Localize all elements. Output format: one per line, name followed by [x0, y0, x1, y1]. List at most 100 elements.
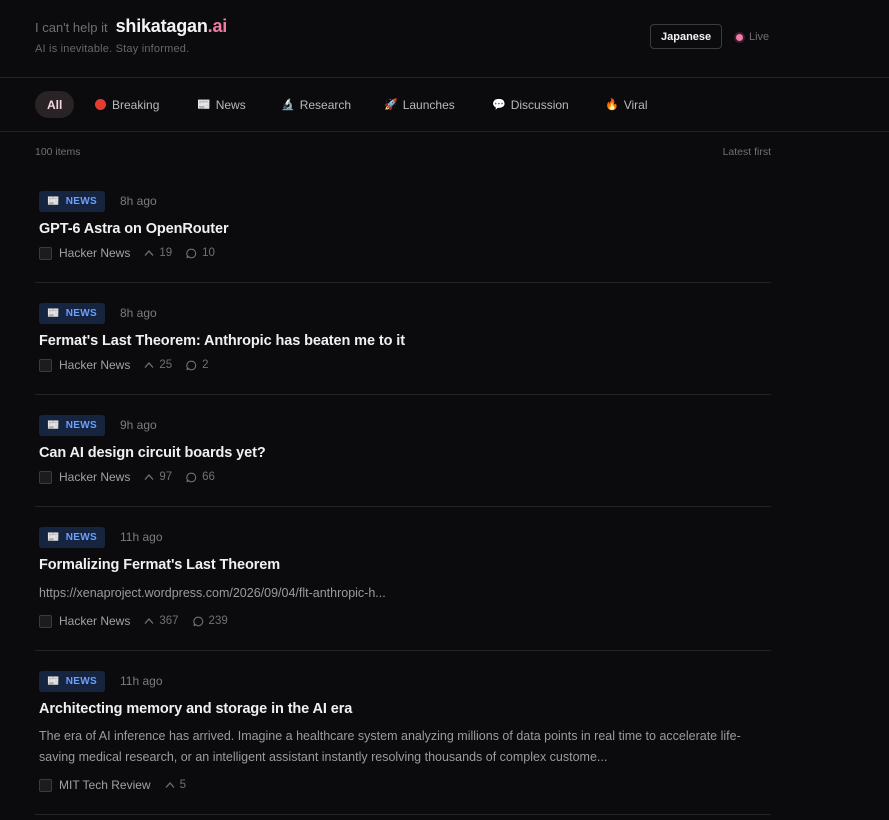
- upvote-count: 367: [144, 615, 179, 627]
- item-title[interactable]: GPT-6 Astra on OpenRouter: [39, 221, 229, 237]
- item-meta: Hacker News 367 239: [39, 614, 228, 628]
- item-title[interactable]: Formalizing Fermat's Last Theorem: [39, 557, 280, 573]
- comment-icon: [186, 360, 197, 370]
- upvote-value: 25: [159, 359, 173, 371]
- source-favicon-icon: [39, 470, 52, 484]
- source-favicon-icon: [39, 246, 52, 260]
- chevron-up-icon: [144, 618, 154, 624]
- fire-icon: 🔥: [605, 99, 619, 111]
- list-item[interactable]: 📰 NEWS 8h ago Fermat's Last Theorem: Ant…: [35, 283, 771, 395]
- item-title[interactable]: Can AI design circuit boards yet?: [39, 445, 266, 461]
- filter-launches[interactable]: 🚀 Launches: [384, 91, 455, 118]
- upvote-value: 97: [159, 471, 173, 483]
- list-item[interactable]: 📰 NEWS 11h ago Architecting memory and s…: [35, 651, 771, 815]
- filter-label: All: [47, 97, 63, 112]
- news-feed: 📰 NEWS 8h ago GPT-6 Astra on OpenRouter …: [35, 171, 771, 815]
- comment-count[interactable]: 239: [192, 615, 228, 627]
- language-toggle-button[interactable]: Japanese: [650, 24, 723, 49]
- chevron-up-icon: [144, 362, 154, 368]
- item-meta: Hacker News 25 2: [39, 358, 209, 372]
- comment-icon: [192, 616, 203, 626]
- category-badge: 📰 NEWS: [39, 671, 105, 692]
- comment-icon: [186, 472, 197, 482]
- comment-value: 10: [202, 247, 215, 259]
- item-timestamp: 8h ago: [120, 306, 157, 320]
- comment-count[interactable]: 10: [186, 247, 215, 259]
- item-summary: The era of AI inference has arrived. Ima…: [39, 729, 741, 764]
- newspaper-icon: 📰: [47, 532, 60, 543]
- item-timestamp: 8h ago: [120, 194, 157, 208]
- list-item[interactable]: 📰 NEWS 8h ago GPT-6 Astra on OpenRouter …: [35, 171, 771, 283]
- comment-icon: [186, 248, 197, 258]
- newspaper-icon: 📰: [47, 196, 60, 207]
- list-item[interactable]: 📰 NEWS 11h ago Formalizing Fermat's Last…: [35, 507, 771, 651]
- item-source[interactable]: Hacker News: [59, 614, 130, 628]
- comment-count[interactable]: 66: [186, 471, 215, 483]
- filter-discussion[interactable]: 💬 Discussion: [492, 91, 569, 118]
- filter-news[interactable]: 📰 News: [197, 91, 246, 118]
- item-count: 100 items: [35, 146, 81, 158]
- upvote-value: 5: [179, 779, 186, 791]
- category-badge-label: NEWS: [65, 308, 97, 319]
- filter-research[interactable]: 🔬 Research: [281, 91, 351, 118]
- item-meta: MIT Tech Review 5: [39, 778, 186, 792]
- brand-subtitle: AI is inevitable. Stay informed.: [35, 43, 190, 55]
- item-source[interactable]: Hacker News: [59, 358, 130, 372]
- item-source[interactable]: MIT Tech Review: [59, 778, 151, 792]
- item-meta: Hacker News 19 10: [39, 246, 215, 260]
- rocket-icon: 🚀: [384, 99, 398, 111]
- item-title[interactable]: Fermat's Last Theorem: Anthropic has bea…: [39, 333, 405, 349]
- item-title[interactable]: Architecting memory and storage in the A…: [39, 701, 352, 717]
- item-source[interactable]: Hacker News: [59, 246, 130, 260]
- category-badge-label: NEWS: [65, 196, 97, 207]
- microscope-icon: 🔬: [281, 99, 295, 111]
- list-meta: 100 items Latest first: [0, 132, 889, 172]
- site-header: I can't help it shikatagan.ai AI is inev…: [0, 0, 889, 78]
- brand-name-ext: .ai: [207, 16, 228, 36]
- chevron-up-icon: [144, 474, 154, 480]
- filter-label: Viral: [623, 97, 648, 112]
- live-dot-icon: [736, 33, 743, 41]
- source-favicon-icon: [39, 778, 52, 792]
- source-favicon-icon: [39, 614, 52, 628]
- red-circle-icon: [95, 99, 106, 110]
- live-status-label: Live: [749, 31, 770, 43]
- upvote-count: 25: [144, 359, 172, 371]
- filter-all[interactable]: All: [35, 91, 75, 118]
- filter-label: Discussion: [510, 97, 569, 112]
- upvote-count: 5: [165, 779, 186, 791]
- item-timestamp: 9h ago: [120, 418, 157, 432]
- category-badge: 📰 NEWS: [39, 303, 105, 324]
- newspaper-icon: 📰: [47, 420, 60, 431]
- item-timestamp: 11h ago: [120, 674, 163, 688]
- upvote-count: 19: [144, 247, 172, 259]
- list-item[interactable]: 📰 NEWS 9h ago Can AI design circuit boar…: [35, 395, 771, 507]
- filter-label: Launches: [402, 97, 455, 112]
- category-badge-label: NEWS: [65, 420, 97, 431]
- category-badge: 📰 NEWS: [39, 527, 105, 548]
- item-source[interactable]: Hacker News: [59, 470, 130, 484]
- upvote-value: 367: [159, 615, 179, 627]
- chevron-up-icon: [165, 782, 175, 788]
- source-favicon-icon: [39, 358, 52, 372]
- filter-breaking[interactable]: Breaking: [95, 91, 159, 118]
- category-badge-label: NEWS: [65, 676, 97, 687]
- category-badge: 📰 NEWS: [39, 191, 105, 212]
- category-badge-label: NEWS: [65, 532, 97, 543]
- brand[interactable]: I can't help it shikatagan.ai AI is inev…: [35, 16, 227, 55]
- filter-label: Breaking: [112, 97, 160, 112]
- newspaper-icon: 📰: [47, 308, 60, 319]
- category-filter-bar: All Breaking 📰 News 🔬 Research 🚀 Launche…: [0, 78, 889, 132]
- comment-count[interactable]: 2: [186, 359, 209, 371]
- comment-value: 239: [208, 615, 228, 627]
- live-status: Live: [736, 31, 769, 43]
- speech-bubble-icon: 💬: [492, 99, 506, 111]
- newspaper-icon: 📰: [197, 99, 211, 111]
- item-meta: Hacker News 97 66: [39, 470, 215, 484]
- upvote-value: 19: [159, 247, 173, 259]
- sort-order-toggle[interactable]: Latest first: [723, 146, 771, 158]
- brand-logo[interactable]: shikatagan.ai: [116, 16, 228, 37]
- item-timestamp: 11h ago: [120, 530, 163, 544]
- comment-value: 2: [202, 359, 209, 371]
- filter-viral[interactable]: 🔥 Viral: [605, 91, 648, 118]
